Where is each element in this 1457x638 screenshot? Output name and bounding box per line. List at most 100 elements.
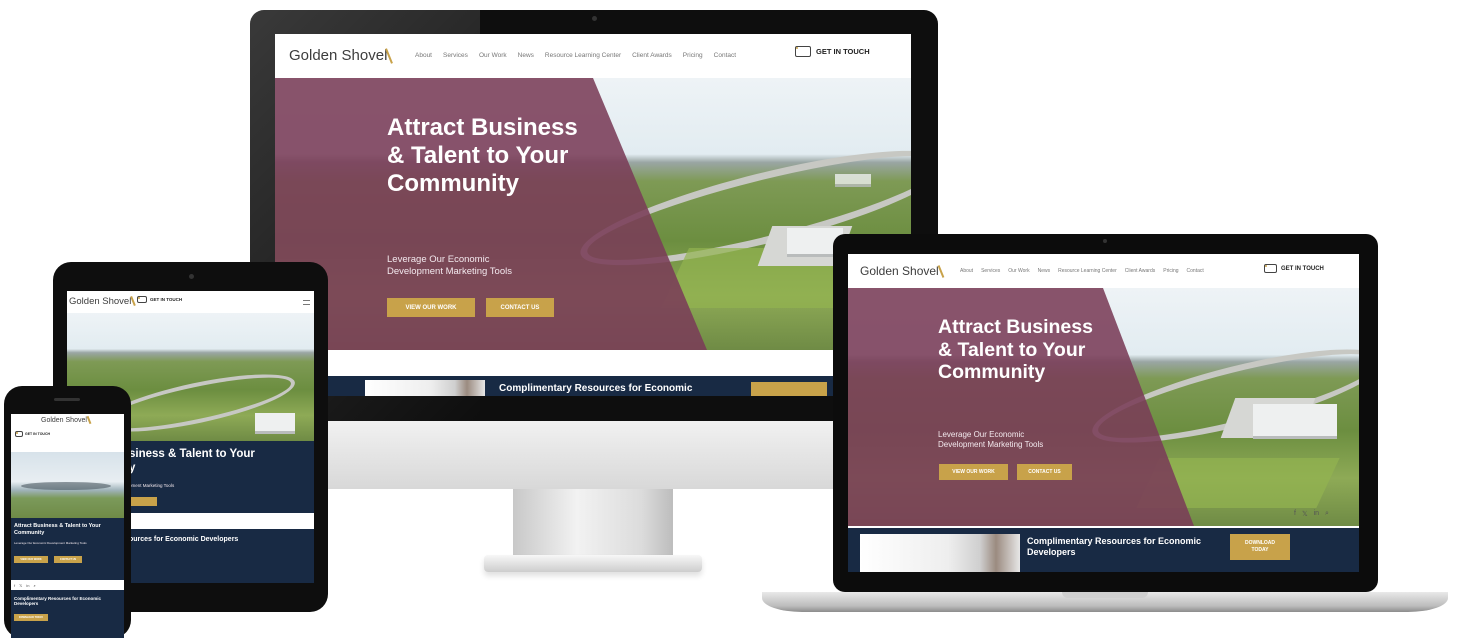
logo-text: Golden Shovel — [41, 416, 87, 424]
hero-title-partial: siness & Talent to Your y — [129, 447, 289, 476]
view-our-work-button[interactable] — [129, 497, 157, 506]
logo-text: Golden Shovel — [860, 264, 939, 278]
hero-subtitle: Leverage Our Economic Development Market… — [387, 254, 512, 277]
get-in-touch-label: GET IN TOUCH — [150, 297, 183, 302]
resources-bar: Complimentary Resources for Economic — [275, 376, 911, 396]
resources-title: Complimentary Resources for Economic — [499, 383, 693, 394]
site-logo[interactable]: Golden Shovel — [860, 264, 945, 279]
aerial-building-far — [835, 174, 871, 184]
hero-subtitle: Leverage Our Economic Development Market… — [938, 430, 1044, 449]
hero-title-line: siness & Talent to Your — [129, 448, 255, 460]
chat-bubble-icon — [137, 296, 147, 303]
search-icon[interactable]: ⌕ — [1325, 510, 1329, 518]
nav-our-work[interactable]: Our Work — [479, 52, 507, 59]
aerial-building — [255, 413, 295, 431]
linkedin-icon[interactable]: in — [1314, 510, 1319, 518]
nav-resource-learning-center[interactable]: Resource Learning Center — [545, 52, 621, 59]
get-in-touch-button[interactable]: GET IN TOUCH — [137, 296, 182, 303]
logo-shovel-mark — [130, 296, 137, 307]
hero-section: Attract Business & Talent to Your Commun… — [275, 78, 911, 350]
camera-dot — [592, 16, 597, 21]
get-in-touch-button[interactable]: GET IN TOUCH — [1264, 264, 1324, 273]
nav-pricing[interactable]: Pricing — [683, 52, 703, 59]
nav-services[interactable]: Services — [981, 268, 1000, 274]
contact-us-button[interactable]: CONTACT US — [486, 298, 554, 317]
chat-bubble-icon — [15, 431, 23, 437]
contact-us-button[interactable]: CONTACT US — [1017, 464, 1072, 480]
site-header: Golden Shovel About Services Our Work Ne… — [275, 34, 911, 78]
nav-client-awards[interactable]: Client Awards — [1125, 268, 1155, 274]
site-logo[interactable]: Golden Shovel — [289, 47, 394, 64]
site-logo[interactable]: Golden Shovel — [41, 415, 92, 425]
hero-title: Attract Business & Talent to Your Commun… — [387, 114, 578, 197]
resources-title: Complimentary Resources for Economic Dev… — [1027, 536, 1202, 557]
desktop-monitor-stand — [513, 489, 673, 555]
hero-subtitle: pment Marketing Tools — [129, 483, 175, 488]
main-nav: About Services Our Work News Resource Le… — [960, 268, 1204, 274]
laptop-opening-notch — [1062, 592, 1148, 598]
linkedin-icon[interactable]: in — [26, 583, 29, 588]
desktop-screen: Golden Shovel About Services Our Work Ne… — [275, 34, 911, 396]
aerial-building — [1253, 404, 1337, 436]
logo-text: Golden Shovel — [69, 296, 132, 307]
nav-about[interactable]: About — [415, 52, 432, 59]
resources-image — [860, 534, 1020, 572]
facebook-icon[interactable]: f — [1294, 510, 1296, 518]
nav-pricing[interactable]: Pricing — [1163, 268, 1178, 274]
nav-contact[interactable]: Contact — [1187, 268, 1204, 274]
desktop-monitor-foot — [484, 555, 702, 572]
camera-dot — [1103, 239, 1107, 243]
resources-title-partial: ources for Economic Developers — [129, 536, 239, 543]
search-icon[interactable]: ⌕ — [33, 583, 35, 588]
hero-title: Attract Business & Talent to Your Commun… — [14, 523, 101, 536]
resources-bar: Complimentary Resources for Economic Dev… — [11, 590, 124, 638]
resources-bar: Complimentary Resources for Economic Dev… — [848, 528, 1359, 572]
view-our-work-button[interactable]: VIEW OUR WORK — [939, 464, 1008, 480]
hero-text-block: Attract Business & Talent to Your Commun… — [11, 518, 124, 580]
nav-our-work[interactable]: Our Work — [1008, 268, 1029, 274]
get-in-touch-button[interactable]: GET IN TOUCH — [15, 431, 50, 437]
chat-bubble-icon — [1264, 264, 1277, 273]
laptop-screen: Golden Shovel About Services Our Work Ne… — [848, 254, 1359, 572]
contact-us-button[interactable]: CONTACT US — [54, 556, 82, 563]
social-links: f 𝕏 in ⌕ — [14, 581, 124, 590]
nav-client-awards[interactable]: Client Awards — [632, 52, 672, 59]
site-header: Golden Shovel GET IN TOUCH — [67, 291, 314, 313]
logo-text: Golden Shovel — [289, 47, 388, 64]
hero-section: Attract Business & Talent to Your Commun… — [848, 288, 1359, 526]
view-our-work-button[interactable]: VIEW OUR WORK — [14, 556, 48, 563]
nav-news[interactable]: News — [1038, 268, 1051, 274]
phone-speaker — [54, 398, 80, 401]
twitter-icon[interactable]: 𝕏 — [1302, 510, 1308, 518]
nav-news[interactable]: News — [518, 52, 534, 59]
nav-contact[interactable]: Contact — [714, 52, 736, 59]
hero-image — [11, 452, 124, 518]
logo-shovel-mark — [86, 415, 92, 425]
hero-subtitle: Leverage Our Economic Development Market… — [14, 541, 87, 545]
main-nav: About Services Our Work News Resource Le… — [415, 52, 736, 59]
chat-bubble-icon — [795, 46, 811, 57]
download-today-button[interactable]: DOWNLOAD TODAY — [1230, 534, 1290, 560]
download-today-button[interactable] — [751, 382, 827, 396]
site-header: Golden Shovel GET IN TOUCH — [11, 414, 124, 452]
nav-services[interactable]: Services — [443, 52, 468, 59]
resources-title: Complimentary Resources for Economic Dev… — [14, 596, 102, 607]
aerial-runway — [21, 482, 111, 490]
download-today-button[interactable]: DOWNLOAD TODAY — [14, 614, 48, 621]
social-links: f 𝕏 in ⌕ — [1294, 510, 1329, 518]
get-in-touch-button[interactable]: GET IN TOUCH — [795, 46, 870, 57]
site-logo[interactable]: Golden Shovel — [69, 296, 137, 307]
twitter-icon[interactable]: 𝕏 — [19, 583, 22, 588]
hero-title: Attract Business & Talent to Your Commun… — [938, 316, 1093, 384]
camera-dot — [189, 274, 194, 279]
menu-icon[interactable] — [303, 300, 310, 305]
site-header: Golden Shovel About Services Our Work Ne… — [848, 254, 1359, 288]
get-in-touch-label: GET IN TOUCH — [25, 432, 51, 436]
nav-about[interactable]: About — [960, 268, 973, 274]
phone-screen: Golden Shovel GET IN TOUCH Attract Busin… — [11, 414, 124, 638]
view-our-work-button[interactable]: VIEW OUR WORK — [387, 298, 475, 317]
nav-resource-learning-center[interactable]: Resource Learning Center — [1058, 268, 1117, 274]
facebook-icon[interactable]: f — [14, 583, 15, 588]
get-in-touch-label: GET IN TOUCH — [1281, 265, 1324, 272]
get-in-touch-label: GET IN TOUCH — [816, 47, 870, 56]
